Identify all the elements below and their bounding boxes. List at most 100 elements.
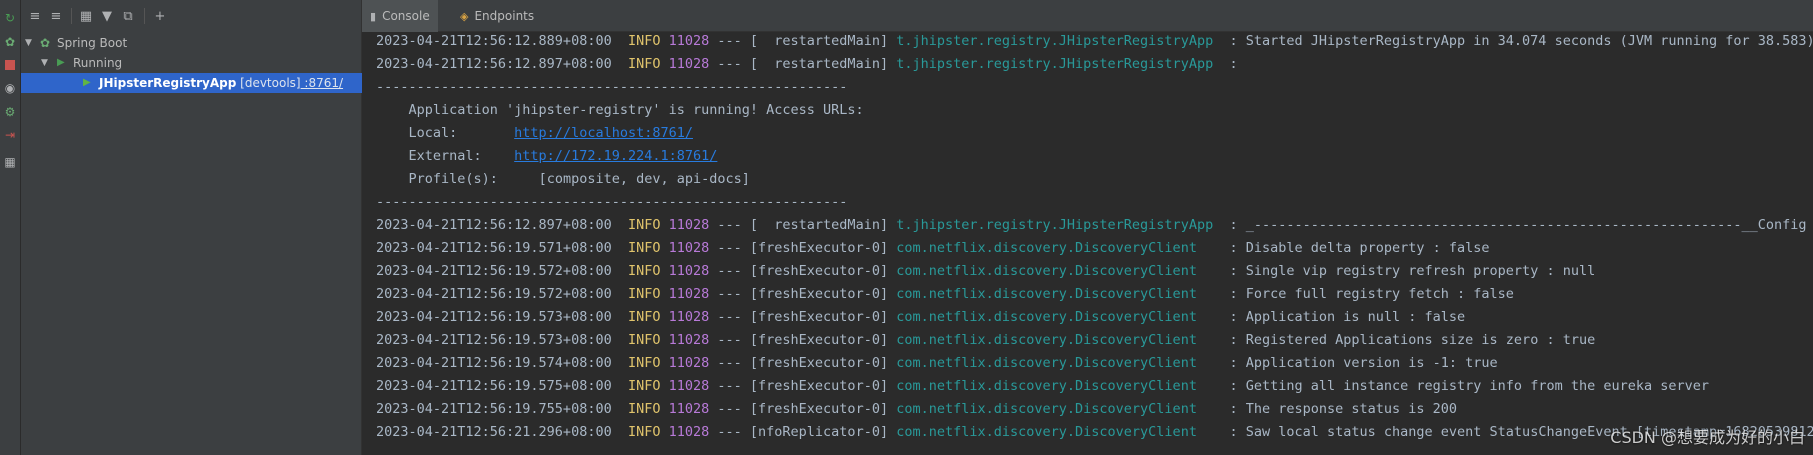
group-by-icon[interactable]: ▦ bbox=[78, 8, 94, 24]
collapse-all-icon[interactable]: ≡ bbox=[48, 8, 64, 24]
endpoints-icon: ◈ bbox=[460, 9, 469, 23]
log-pid: 11028 bbox=[668, 263, 710, 279]
expand-all-icon[interactable]: ≡ bbox=[27, 8, 43, 24]
debug-spring-icon[interactable]: ✿ bbox=[1, 33, 19, 51]
log-pid: 11028 bbox=[668, 378, 710, 394]
log-message: : Application version is -1: true bbox=[1196, 355, 1498, 371]
log-level: INFO bbox=[627, 263, 661, 279]
log-thread: --- [freshExecutor-0] bbox=[709, 240, 889, 256]
log-logger: com.netflix.discovery.DiscoveryClient bbox=[896, 355, 1197, 371]
log-pid: 11028 bbox=[668, 33, 710, 49]
exit-icon[interactable]: ⇥ bbox=[1, 126, 19, 144]
spring-boot-icon: ✿ bbox=[40, 36, 51, 50]
tree-node-app[interactable]: ▶ JHipsterRegistryApp [devtools] :8761/ bbox=[21, 73, 362, 93]
log-timestamp: 2023-04-21T12:56:19.572+08:00 bbox=[376, 286, 612, 302]
log-thread: --- [freshExecutor-0] bbox=[709, 401, 889, 417]
external-url-link[interactable]: http://172.19.224.1:8761/ bbox=[514, 148, 717, 164]
log-message: : The response status is 200 bbox=[1196, 401, 1458, 417]
log-level: INFO bbox=[627, 401, 661, 417]
log-line: 2023-04-21T12:56:19.573+08:00 INFO 11028… bbox=[376, 306, 1813, 329]
log-message: : Single vip registry refresh property :… bbox=[1196, 263, 1596, 279]
log-level: INFO bbox=[627, 33, 661, 49]
log-line: 2023-04-21T12:56:19.572+08:00 INFO 11028… bbox=[376, 260, 1813, 283]
log-line: 2023-04-21T12:56:21.296+08:00 INFO 11028… bbox=[376, 421, 1813, 444]
local-url-link[interactable]: http://localhost:8761/ bbox=[514, 125, 693, 141]
console-log[interactable]: 2023-04-21T12:56:12.889+08:00 INFO 11028… bbox=[376, 30, 1813, 444]
log-message: : _-------------------------------------… bbox=[1213, 217, 1813, 233]
log-message: : Disable delta property : false bbox=[1196, 240, 1490, 256]
log-message: : Started JHipsterRegistryApp in 34.074 … bbox=[1213, 33, 1813, 49]
chevron-down-icon[interactable]: ▼ bbox=[41, 53, 48, 73]
console-area: ▮ Console ◈ Endpoints 2023-04-21T12:56:1… bbox=[362, 0, 1813, 455]
tree-node-spring-boot[interactable]: ▼ ✿ Spring Boot bbox=[21, 33, 362, 53]
log-line: 2023-04-21T12:56:19.755+08:00 INFO 11028… bbox=[376, 398, 1813, 421]
log-logger: t.jhipster.registry.JHipsterRegistryApp bbox=[896, 56, 1214, 72]
filter-icon[interactable]: ▼ bbox=[99, 8, 115, 24]
log-thread: --- [ restartedMain] bbox=[709, 217, 889, 233]
log-logger: com.netflix.discovery.DiscoveryClient bbox=[896, 309, 1197, 325]
log-pid: 11028 bbox=[668, 332, 710, 348]
log-level: INFO bbox=[627, 56, 661, 72]
banner-separator: ----------------------------------------… bbox=[376, 79, 848, 95]
settings-spring-icon[interactable]: ⚙ bbox=[1, 103, 19, 121]
banner-profiles-label: Profile(s): bbox=[376, 171, 539, 187]
log-timestamp: 2023-04-21T12:56:21.296+08:00 bbox=[376, 424, 612, 440]
log-pid: 11028 bbox=[668, 56, 710, 72]
log-pid: 11028 bbox=[668, 401, 710, 417]
add-icon[interactable]: + bbox=[152, 8, 168, 24]
log-message: : Getting all instance registry info fro… bbox=[1196, 378, 1709, 394]
log-pid: 11028 bbox=[668, 424, 710, 440]
log-line: 2023-04-21T12:56:19.571+08:00 INFO 11028… bbox=[376, 237, 1813, 260]
tree-node-running[interactable]: ▼ ▶ Running bbox=[21, 53, 362, 73]
log-line: 2023-04-21T12:56:12.889+08:00 INFO 11028… bbox=[376, 30, 1813, 53]
log-timestamp: 2023-04-21T12:56:12.897+08:00 bbox=[376, 56, 612, 72]
log-timestamp: 2023-04-21T12:56:19.574+08:00 bbox=[376, 355, 612, 371]
banner-local-line: Local: http://localhost:8761/ bbox=[376, 122, 1813, 145]
toolbar-separator bbox=[71, 8, 72, 24]
watermark: CSDN @想要成为好的小白 bbox=[1610, 428, 1805, 447]
camera-icon[interactable]: ◉ bbox=[1, 79, 19, 97]
log-level: INFO bbox=[627, 217, 661, 233]
log-level: INFO bbox=[627, 309, 661, 325]
tab-label: Endpoints bbox=[474, 9, 535, 23]
log-timestamp: 2023-04-21T12:56:19.575+08:00 bbox=[376, 378, 612, 394]
tab-label: Console bbox=[382, 9, 430, 23]
log-timestamp: 2023-04-21T12:56:12.889+08:00 bbox=[376, 33, 612, 49]
banner-profiles-value: [composite, dev, api-docs] bbox=[538, 171, 750, 187]
log-logger: t.jhipster.registry.JHipsterRegistryApp bbox=[896, 33, 1214, 49]
log-pid: 11028 bbox=[668, 240, 710, 256]
log-logger: com.netflix.discovery.DiscoveryClient bbox=[896, 240, 1197, 256]
log-level: INFO bbox=[627, 355, 661, 371]
log-timestamp: 2023-04-21T12:56:19.573+08:00 bbox=[376, 309, 612, 325]
layout-icon[interactable]: ▦ bbox=[1, 153, 19, 171]
left-toolbar: ↻ ✿ ◉ ⚙ ⇥ ▦ bbox=[0, 0, 21, 455]
app-port-link[interactable]: :8761/ bbox=[301, 76, 343, 90]
log-level: INFO bbox=[627, 286, 661, 302]
app-entry: JHipsterRegistryApp [devtools] :8761/ bbox=[99, 73, 343, 93]
banner-external-line: External: http://172.19.224.1:8761/ bbox=[376, 145, 1813, 168]
log-pid: 11028 bbox=[668, 217, 710, 233]
stop-icon[interactable] bbox=[1, 56, 19, 74]
chevron-down-icon[interactable]: ▼ bbox=[25, 33, 32, 53]
log-timestamp: 2023-04-21T12:56:19.571+08:00 bbox=[376, 240, 612, 256]
console-icon: ▮ bbox=[370, 9, 377, 23]
log-logger: com.netflix.discovery.DiscoveryClient bbox=[896, 401, 1197, 417]
log-level: INFO bbox=[627, 424, 661, 440]
log-line: 2023-04-21T12:56:19.573+08:00 INFO 11028… bbox=[376, 329, 1813, 352]
log-thread: --- [ restartedMain] bbox=[709, 33, 889, 49]
log-pid: 11028 bbox=[668, 355, 710, 371]
toolbar-separator bbox=[144, 8, 145, 24]
log-thread: --- [freshExecutor-0] bbox=[709, 332, 889, 348]
tree-toolbar: ≡ ≡ ▦ ▼ ⧉ + bbox=[21, 0, 362, 33]
log-line: 2023-04-21T12:56:19.574+08:00 INFO 11028… bbox=[376, 352, 1813, 375]
log-level: INFO bbox=[627, 332, 661, 348]
new-tab-icon[interactable]: ⧉ bbox=[120, 8, 136, 24]
log-pid: 11028 bbox=[668, 286, 710, 302]
log-thread: --- [freshExecutor-0] bbox=[709, 263, 889, 279]
tab-console[interactable]: ▮ Console bbox=[362, 0, 438, 32]
log-level: INFO bbox=[627, 240, 661, 256]
rerun-icon[interactable]: ↻ bbox=[1, 9, 19, 27]
log-logger: com.netflix.discovery.DiscoveryClient bbox=[896, 263, 1197, 279]
tab-endpoints[interactable]: ◈ Endpoints bbox=[452, 0, 542, 32]
log-timestamp: 2023-04-21T12:56:12.897+08:00 bbox=[376, 217, 612, 233]
